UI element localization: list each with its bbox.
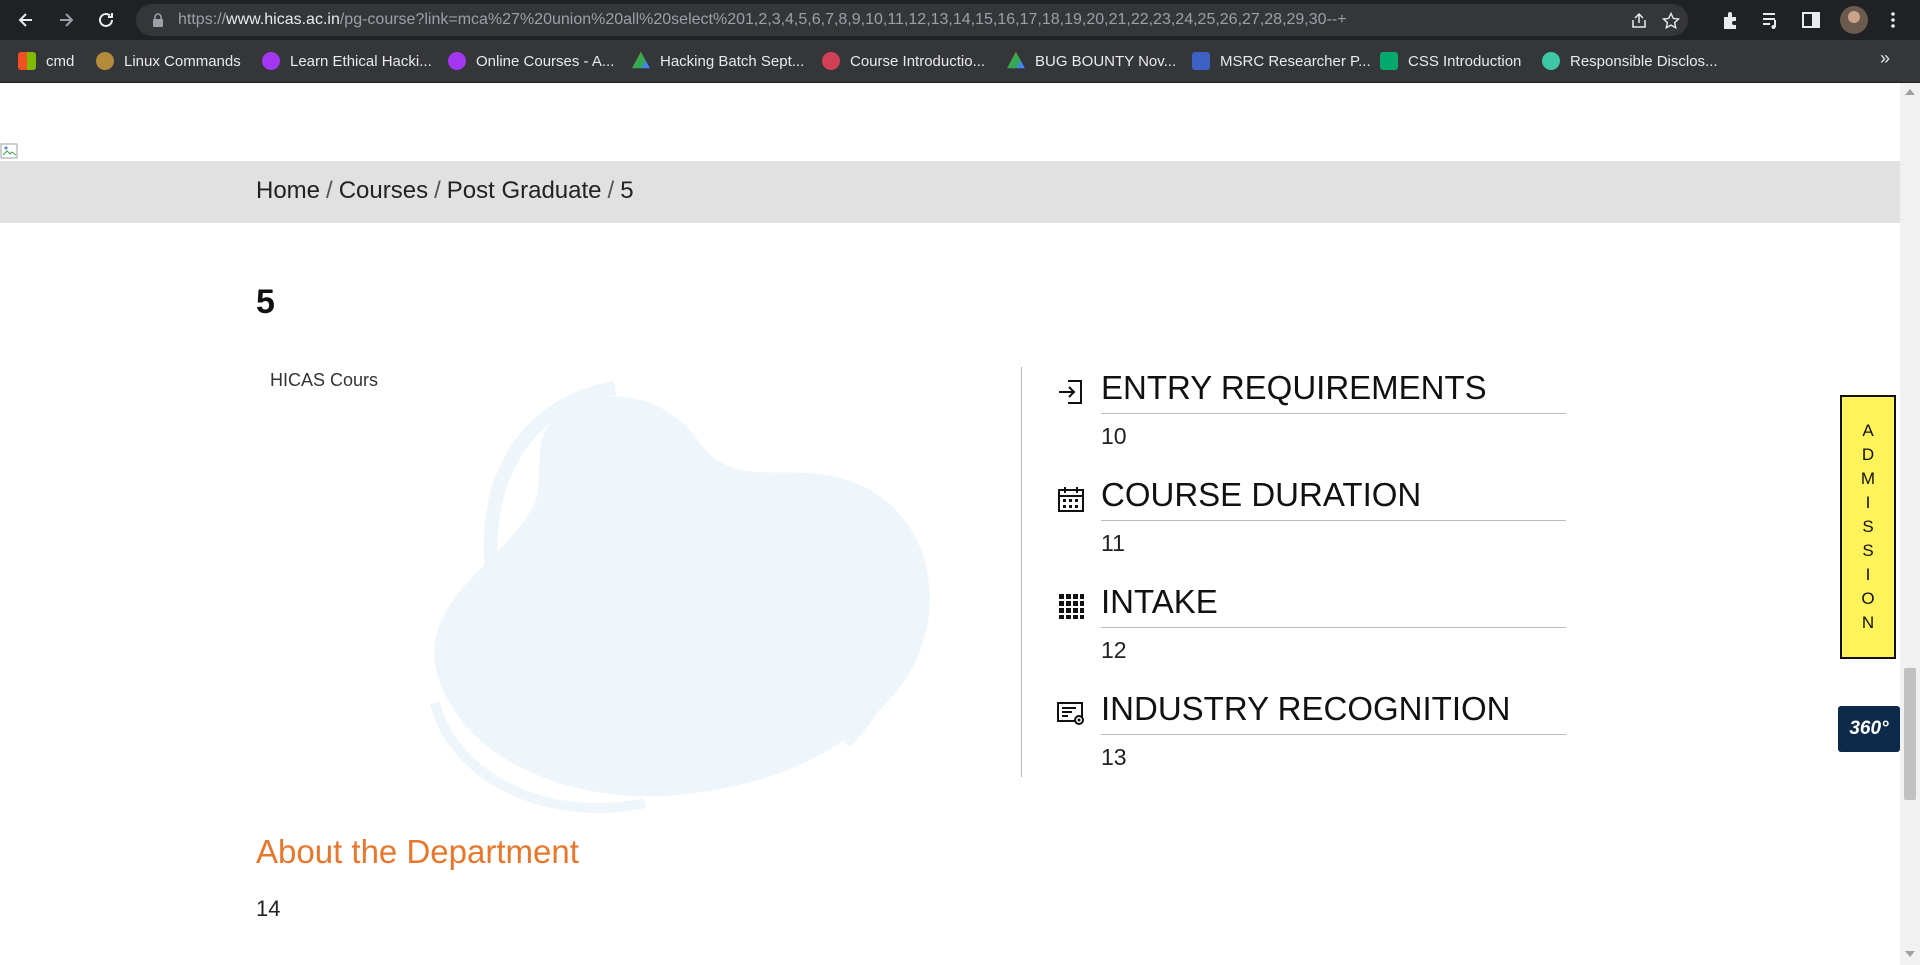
msrc-shield-icon [1192, 52, 1210, 70]
admission-letter: I [1865, 565, 1871, 584]
bookmark-cmd[interactable]: cmd [18, 50, 74, 72]
info-divider [1101, 734, 1566, 735]
bookmark-css-introduction[interactable]: CSS Introduction [1380, 50, 1521, 72]
disclosure-site-icon [1542, 52, 1560, 70]
admission-letter: S [1862, 541, 1874, 560]
info-label: INTAKE [1101, 583, 1218, 620]
bookmark-learn-ethical-hacking[interactable]: Learn Ethical Hacki... [262, 50, 432, 72]
forward-button[interactable] [52, 6, 80, 34]
extensions-icon[interactable] [1720, 9, 1742, 31]
url-text: https://www.hicas.ac.in/pg-course?link=m… [178, 11, 1347, 28]
decorative-blob-image [430, 381, 930, 814]
breadcrumb: Home / Courses / Post Graduate/5 [256, 177, 634, 205]
breadcrumb-current: 5 [620, 177, 634, 204]
address-bar[interactable]: https://www.hicas.ac.in/pg-course?link=m… [136, 4, 1688, 36]
scrollbar-thumb[interactable] [1904, 668, 1916, 800]
udemy-icon [262, 52, 280, 70]
bookmarks-bar: cmd Linux Commands Learn Ethical Hacki..… [0, 40, 1920, 83]
info-divider [1101, 627, 1566, 628]
breadcrumb-bar: Home / Courses / Post Graduate/5 [0, 161, 1900, 223]
admission-letter: I [1865, 493, 1871, 512]
info-divider [1101, 520, 1566, 521]
info-value: 10 [1101, 423, 1127, 449]
course-site-icon [822, 52, 840, 70]
info-value: 11 [1101, 530, 1125, 556]
reload-icon [99, 12, 113, 27]
media-queue-icon[interactable] [1760, 9, 1782, 31]
page-title: 5 [256, 283, 275, 321]
google-drive-icon [632, 52, 650, 69]
breadcrumb-separator: / [607, 177, 615, 204]
info-label: ENTRY REQUIREMENTS [1101, 369, 1487, 406]
breadcrumb-home-link[interactable]: Home [256, 177, 320, 204]
breadcrumb-post-graduate-link[interactable]: Post Graduate [447, 177, 602, 204]
bookmark-online-courses[interactable]: Online Courses - A... [448, 50, 614, 72]
info-label: INDUSTRY RECOGNITION [1101, 690, 1511, 727]
menu-kebab-icon[interactable] [1882, 9, 1904, 31]
share-icon[interactable] [1630, 12, 1648, 30]
udemy-icon [448, 52, 466, 70]
browser-toolbar: https://www.hicas.ac.in/pg-course?link=m… [0, 0, 1920, 40]
star-icon[interactable] [1662, 12, 1680, 30]
info-value: 12 [1101, 637, 1127, 663]
bookmark-hacking-batch[interactable]: Hacking Batch Sept... [632, 50, 804, 72]
page-viewport: Home / Courses / Post Graduate/5 5 HICAS Cou… [0, 83, 1920, 965]
certificate-icon [1057, 702, 1084, 725]
w3schools-icon [1380, 52, 1398, 70]
breadcrumb-separator: / [326, 177, 333, 204]
admission-letter: A [1862, 421, 1874, 440]
lock-icon [153, 13, 163, 27]
bookmarks-overflow-chevron-icon[interactable]: » [1880, 48, 1890, 69]
admission-button[interactable]: A D M I S S I O N [1840, 395, 1896, 659]
breadcrumb-courses-link[interactable]: Courses [339, 177, 428, 204]
grid-dots-icon [1059, 594, 1084, 619]
bookmark-course-introduction[interactable]: Course Introductio... [822, 50, 985, 72]
sign-in-icon [1059, 380, 1082, 404]
info-label: COURSE DURATION [1101, 476, 1422, 513]
arrow-right-icon [60, 13, 74, 27]
bookmark-responsible-disclosure[interactable]: Responsible Disclos... [1542, 50, 1718, 72]
calendar-icon [1058, 487, 1084, 512]
about-department-text: 14 [256, 896, 281, 921]
arrow-left-icon [18, 13, 32, 27]
page-scrollbar[interactable] [1900, 83, 1920, 965]
linux-site-icon [96, 52, 114, 70]
admission-letter: S [1862, 517, 1874, 536]
info-divider [1101, 413, 1566, 414]
breadcrumb-separator: / [434, 177, 441, 204]
bookmark-linux-commands[interactable]: Linux Commands [96, 50, 241, 72]
admission-letter: O [1861, 589, 1875, 608]
about-department-heading: About the Department [256, 833, 579, 870]
bookmark-bug-bounty[interactable]: BUG BOUNTY Nov... [1007, 50, 1176, 72]
virtual-tour-360-button[interactable]: 360° [1838, 706, 1900, 752]
info-value: 13 [1101, 744, 1127, 770]
virtual-tour-label: 360° [1849, 718, 1889, 739]
vertical-divider [1021, 367, 1022, 777]
profile-avatar[interactable] [1840, 6, 1868, 34]
windows-logo-icon [18, 52, 36, 70]
admission-letter: N [1861, 613, 1875, 632]
admission-letter: D [1861, 445, 1875, 464]
broken-image-icon [0, 143, 18, 159]
side-panel-icon[interactable] [1800, 9, 1822, 31]
reload-button[interactable] [92, 6, 120, 34]
course-image-alt-text: HICAS Cours [270, 370, 379, 390]
scroll-up-arrow-icon[interactable] [1905, 89, 1915, 95]
scroll-down-arrow-icon[interactable] [1905, 951, 1915, 957]
google-drive-icon [1007, 52, 1025, 69]
back-button[interactable] [12, 6, 40, 34]
bookmark-msrc-researcher[interactable]: MSRC Researcher P... [1192, 50, 1371, 72]
admission-letter: M [1860, 469, 1876, 488]
